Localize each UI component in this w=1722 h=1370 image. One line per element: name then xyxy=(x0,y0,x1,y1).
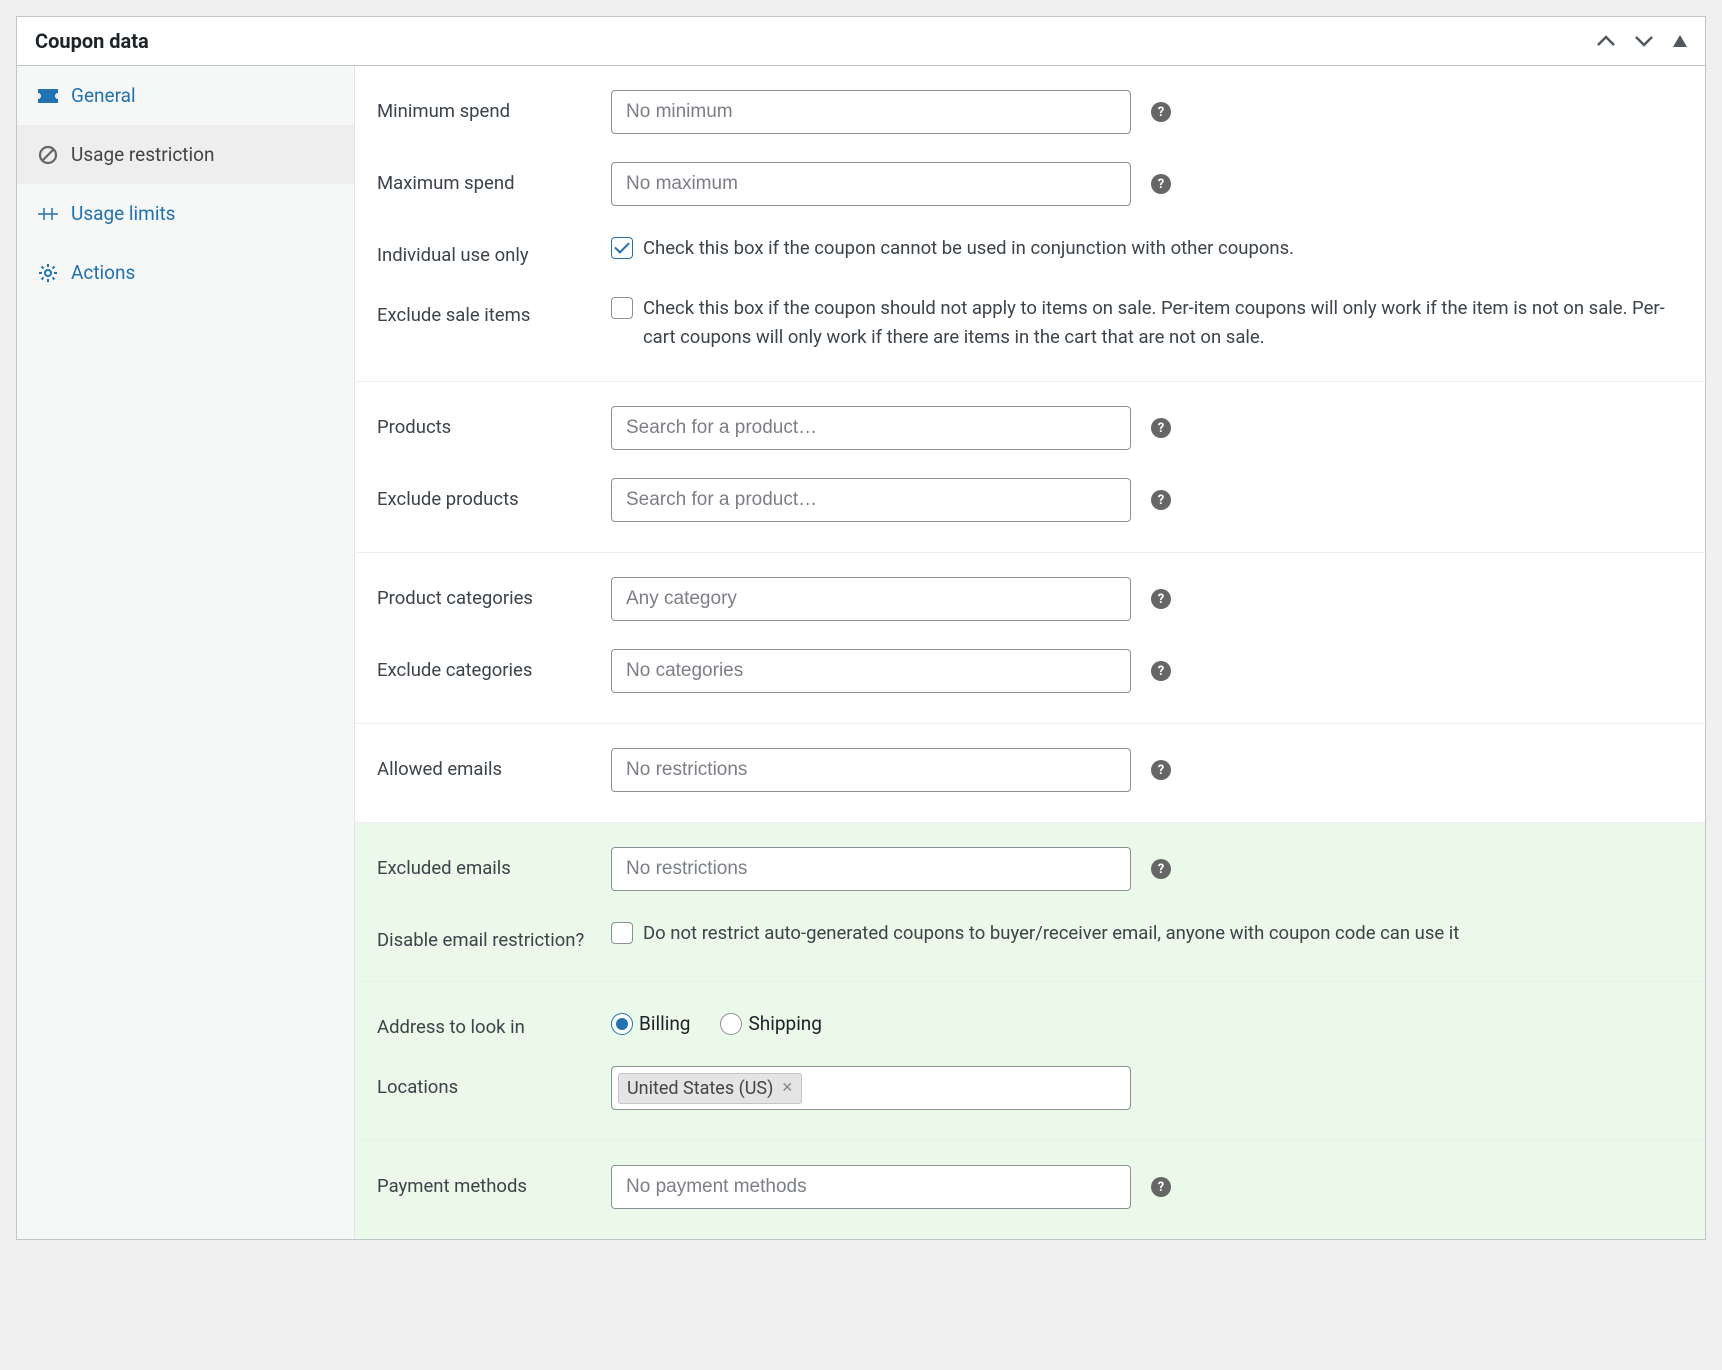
help-icon[interactable]: ? xyxy=(1151,418,1171,438)
allowed-emails-input[interactable] xyxy=(611,748,1131,792)
products-input[interactable] xyxy=(611,406,1131,450)
sidebar-item-label: Usage limits xyxy=(71,202,175,225)
sidebar-item-label: Actions xyxy=(71,261,135,284)
minimum-spend-input[interactable] xyxy=(611,90,1131,134)
coupon-tabs-sidebar: General Usage restriction Usage limits A… xyxy=(17,66,355,1239)
exclude-sale-checkbox[interactable] xyxy=(611,297,633,319)
gear-icon xyxy=(37,263,59,283)
exclude-categories-label: Exclude categories xyxy=(377,649,611,681)
coupon-data-panel: Coupon data General Usage restriction Us… xyxy=(16,16,1706,1240)
move-up-icon[interactable] xyxy=(1597,31,1615,52)
exclude-products-input[interactable] xyxy=(611,478,1131,522)
sidebar-item-actions[interactable]: Actions xyxy=(17,243,354,302)
payment-methods-input[interactable] xyxy=(611,1165,1131,1209)
payment-methods-label: Payment methods xyxy=(377,1165,611,1197)
chip-label: United States (US) xyxy=(627,1078,773,1099)
exclude-sale-label: Exclude sale items xyxy=(377,294,611,326)
help-icon[interactable]: ? xyxy=(1151,490,1171,510)
collapse-icon[interactable] xyxy=(1673,31,1687,52)
address-shipping-radio[interactable]: Shipping xyxy=(720,1012,822,1035)
radio-icon xyxy=(720,1013,742,1035)
product-categories-input[interactable] xyxy=(611,577,1131,621)
locations-input[interactable]: United States (US) ✕ xyxy=(611,1066,1131,1110)
exclude-products-label: Exclude products xyxy=(377,478,611,510)
help-icon[interactable]: ? xyxy=(1151,760,1171,780)
sidebar-item-label: General xyxy=(71,84,136,107)
shipping-label: Shipping xyxy=(748,1012,822,1035)
products-label: Products xyxy=(377,406,611,438)
move-down-icon[interactable] xyxy=(1635,31,1653,52)
remove-chip-icon[interactable]: ✕ xyxy=(781,1080,793,1096)
product-categories-label: Product categories xyxy=(377,577,611,609)
panel-header: Coupon data xyxy=(17,17,1705,66)
help-icon[interactable]: ? xyxy=(1151,589,1171,609)
help-icon[interactable]: ? xyxy=(1151,859,1171,879)
sidebar-item-label: Usage restriction xyxy=(71,143,214,166)
sidebar-item-usage-limits[interactable]: Usage limits xyxy=(17,184,354,243)
usage-restriction-panel: Minimum spend ? Maximum spend ? Individu… xyxy=(355,66,1705,1239)
exclude-sale-desc: Check this box if the coupon should not … xyxy=(643,294,1683,351)
address-lookin-label: Address to look in xyxy=(377,1006,611,1038)
excluded-emails-label: Excluded emails xyxy=(377,847,611,879)
billing-label: Billing xyxy=(639,1012,690,1035)
disable-email-restriction-desc: Do not restrict auto-generated coupons t… xyxy=(643,919,1459,948)
individual-use-desc: Check this box if the coupon cannot be u… xyxy=(643,234,1294,263)
sidebar-item-usage-restriction[interactable]: Usage restriction xyxy=(17,125,354,184)
allowed-emails-label: Allowed emails xyxy=(377,748,611,780)
address-billing-radio[interactable]: Billing xyxy=(611,1012,690,1035)
sidebar-item-general[interactable]: General xyxy=(17,66,354,125)
maximum-spend-input[interactable] xyxy=(611,162,1131,206)
individual-use-label: Individual use only xyxy=(377,234,611,266)
locations-label: Locations xyxy=(377,1066,611,1098)
disable-email-restriction-checkbox[interactable] xyxy=(611,922,633,944)
help-icon[interactable]: ? xyxy=(1151,102,1171,122)
minimum-spend-label: Minimum spend xyxy=(377,90,611,122)
panel-title: Coupon data xyxy=(35,29,149,53)
sliders-icon xyxy=(37,206,59,222)
exclude-categories-input[interactable] xyxy=(611,649,1131,693)
help-icon[interactable]: ? xyxy=(1151,1177,1171,1197)
ticket-icon xyxy=(37,89,59,103)
maximum-spend-label: Maximum spend xyxy=(377,162,611,194)
help-icon[interactable]: ? xyxy=(1151,174,1171,194)
location-chip[interactable]: United States (US) ✕ xyxy=(618,1073,802,1104)
ban-icon xyxy=(37,145,59,165)
excluded-emails-input[interactable] xyxy=(611,847,1131,891)
help-icon[interactable]: ? xyxy=(1151,661,1171,681)
panel-header-controls xyxy=(1597,31,1687,52)
disable-email-restriction-label: Disable email restriction? xyxy=(377,919,611,951)
individual-use-checkbox[interactable] xyxy=(611,237,633,259)
radio-icon xyxy=(611,1013,633,1035)
